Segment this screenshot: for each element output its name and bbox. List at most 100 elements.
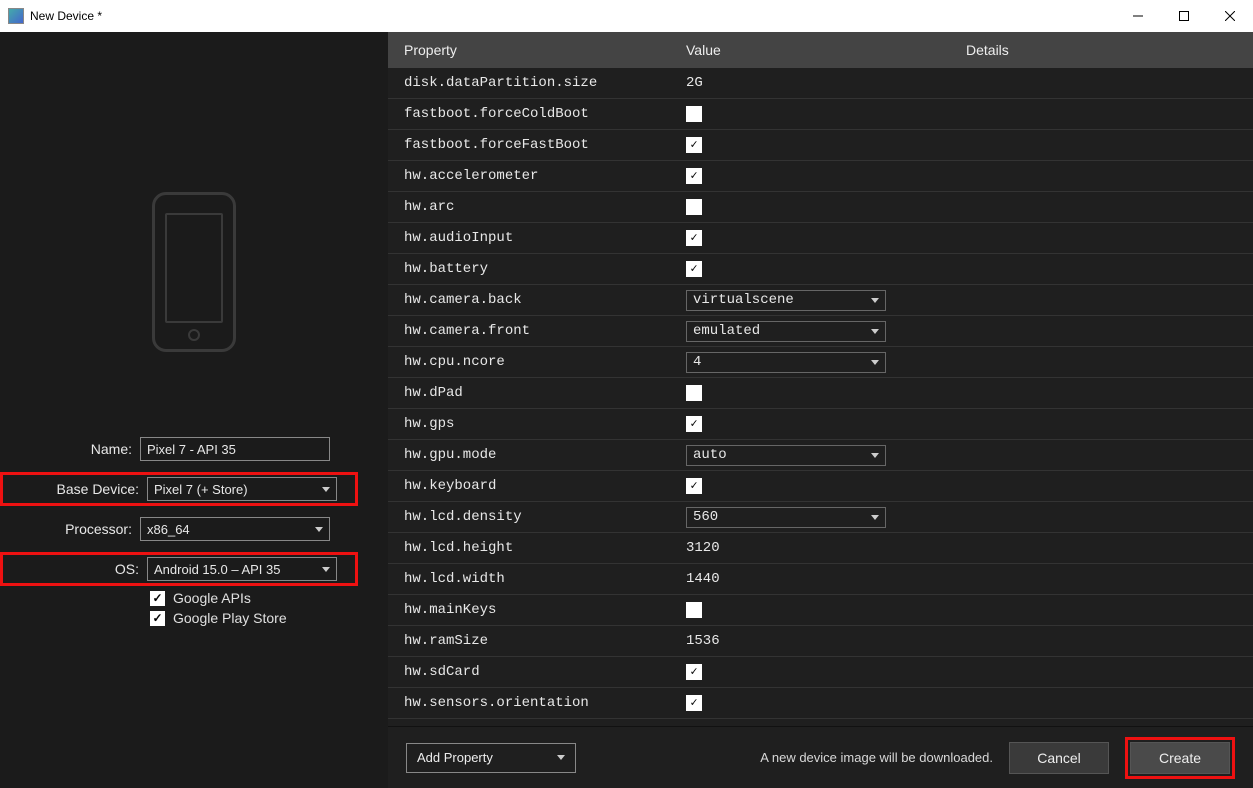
table-row[interactable]: hw.lcd.density560 <box>388 502 1253 533</box>
property-name: hw.camera.front <box>388 323 668 339</box>
window-close-button[interactable] <box>1207 0 1253 32</box>
property-name: hw.keyboard <box>388 478 668 494</box>
property-name: hw.sensors.orientation <box>388 695 668 711</box>
property-value-cell: virtualscene <box>668 290 948 311</box>
property-dropdown[interactable]: emulated <box>686 321 886 342</box>
property-name: hw.arc <box>388 199 668 215</box>
table-row[interactable]: hw.lcd.width 1440 <box>388 564 1253 595</box>
table-row[interactable]: hw.sensors.orientation <box>388 688 1253 719</box>
base-device-value: Pixel 7 (+ Store) <box>154 482 248 497</box>
property-name: fastboot.forceColdBoot <box>388 106 668 122</box>
property-dropdown[interactable]: 4 <box>686 352 886 373</box>
table-row[interactable]: fastboot.forceFastBoot <box>388 130 1253 161</box>
chevron-down-icon <box>557 755 565 760</box>
property-name: hw.mainKeys <box>388 602 668 618</box>
chevron-down-icon <box>315 527 323 532</box>
property-checkbox[interactable] <box>686 385 702 401</box>
property-name: hw.accelerometer <box>388 168 668 184</box>
table-row[interactable]: hw.ramSize 1536 <box>388 626 1253 657</box>
table-row[interactable]: hw.keyboard <box>388 471 1253 502</box>
table-row[interactable]: hw.gpu.modeauto <box>388 440 1253 471</box>
header-details[interactable]: Details <box>948 42 1253 58</box>
property-value-cell: emulated <box>668 321 948 342</box>
table-row[interactable]: hw.camera.back virtualscene <box>388 285 1253 316</box>
base-device-label: Base Device: <box>7 481 147 497</box>
table-row[interactable]: hw.accelerometer <box>388 161 1253 192</box>
property-name: hw.audioInput <box>388 230 668 246</box>
grid-body[interactable]: disk.dataPartition.size 2G fastboot.forceC… <box>388 68 1253 726</box>
property-dropdown[interactable]: virtualscene <box>686 290 886 311</box>
header-value[interactable]: Value <box>668 42 948 58</box>
processor-label: Processor: <box>0 521 140 537</box>
property-checkbox[interactable] <box>686 230 702 246</box>
property-checkbox[interactable] <box>686 664 702 680</box>
table-row[interactable]: hw.cpu.ncore 4 <box>388 347 1253 378</box>
chevron-down-icon <box>871 329 879 334</box>
property-checkbox[interactable] <box>686 478 702 494</box>
property-name: fastboot.forceFastBoot <box>388 137 668 153</box>
property-name: hw.battery <box>388 261 668 277</box>
property-checkbox[interactable] <box>686 695 702 711</box>
property-checkbox[interactable] <box>686 137 702 153</box>
table-row[interactable]: hw.arc <box>388 192 1253 223</box>
property-text-value[interactable]: 1440 <box>686 571 720 587</box>
property-checkbox[interactable] <box>686 261 702 277</box>
property-name: disk.dataPartition.size <box>388 75 668 91</box>
property-text-value[interactable]: 1536 <box>686 633 720 649</box>
base-device-dropdown[interactable]: Pixel 7 (+ Store) <box>147 477 337 501</box>
property-checkbox[interactable] <box>686 199 702 215</box>
chevron-down-icon <box>322 487 330 492</box>
property-dropdown[interactable]: auto <box>686 445 886 466</box>
property-value-cell <box>668 602 948 618</box>
name-input[interactable] <box>140 437 330 461</box>
create-button[interactable]: Create <box>1130 742 1230 774</box>
property-dropdown-value: 560 <box>693 509 718 525</box>
table-row[interactable]: disk.dataPartition.size 2G <box>388 68 1253 99</box>
property-value-cell: auto <box>668 445 948 466</box>
property-checkbox[interactable] <box>686 602 702 618</box>
property-text-value[interactable]: 3120 <box>686 540 720 556</box>
property-dropdown[interactable]: 560 <box>686 507 886 528</box>
google-apis-checkbox[interactable] <box>150 591 165 606</box>
table-row[interactable]: hw.audioInput <box>388 223 1253 254</box>
add-property-label: Add Property <box>417 750 493 765</box>
table-row[interactable]: hw.camera.front emulated <box>388 316 1253 347</box>
property-name: hw.gps <box>388 416 668 432</box>
os-value: Android 15.0 – API 35 <box>154 562 280 577</box>
table-row[interactable]: hw.gps <box>388 409 1253 440</box>
window-minimize-button[interactable] <box>1115 0 1161 32</box>
app-icon <box>8 8 24 24</box>
os-highlight: OS: Android 15.0 – API 35 <box>0 552 358 586</box>
property-checkbox[interactable] <box>686 106 702 122</box>
header-property[interactable]: Property <box>388 42 668 58</box>
table-row[interactable]: fastboot.forceColdBoot <box>388 99 1253 130</box>
property-value-cell: 560 <box>668 507 948 528</box>
property-value-cell <box>668 385 948 401</box>
property-checkbox[interactable] <box>686 416 702 432</box>
titlebar: New Device * <box>0 0 1253 32</box>
property-checkbox[interactable] <box>686 168 702 184</box>
property-name: hw.ramSize <box>388 633 668 649</box>
table-row[interactable]: hw.battery <box>388 254 1253 285</box>
table-row[interactable]: hw.lcd.height3120 <box>388 533 1253 564</box>
cancel-button[interactable]: Cancel <box>1009 742 1109 774</box>
property-value-cell <box>668 230 948 246</box>
google-play-checkbox[interactable] <box>150 611 165 626</box>
property-dropdown-value: emulated <box>693 323 760 339</box>
property-name: hw.camera.back <box>388 292 668 308</box>
table-row[interactable]: hw.sdCard <box>388 657 1253 688</box>
processor-dropdown[interactable]: x86_64 <box>140 517 330 541</box>
add-property-dropdown[interactable]: Add Property <box>406 743 576 773</box>
property-value-cell <box>668 664 948 680</box>
property-text-value[interactable]: 2G <box>686 75 703 91</box>
processor-value: x86_64 <box>147 522 190 537</box>
property-name: hw.sdCard <box>388 664 668 680</box>
google-play-label: Google Play Store <box>173 610 287 626</box>
grid-header: Property Value Details <box>388 32 1253 68</box>
property-name: hw.lcd.width <box>388 571 668 587</box>
table-row[interactable]: hw.mainKeys <box>388 595 1253 626</box>
property-name: hw.cpu.ncore <box>388 354 668 370</box>
os-dropdown[interactable]: Android 15.0 – API 35 <box>147 557 337 581</box>
table-row[interactable]: hw.dPad <box>388 378 1253 409</box>
window-maximize-button[interactable] <box>1161 0 1207 32</box>
